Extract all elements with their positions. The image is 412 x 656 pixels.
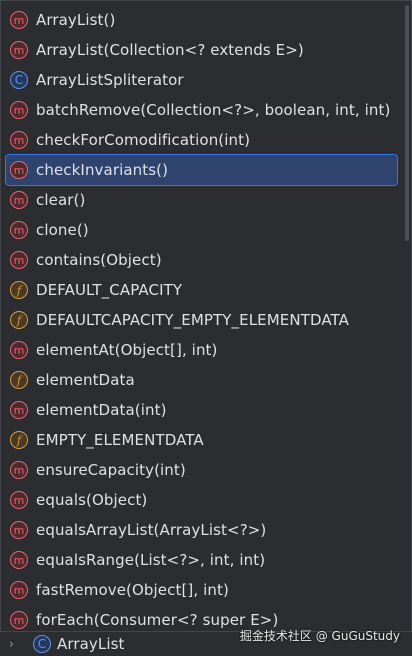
completion-item-label: contains(Object) <box>36 251 162 269</box>
completion-list: m ArrayList() m ArrayList(Collection<? exte… <box>1 5 405 631</box>
completion-item-label: ArrayListSpliterator <box>36 71 184 89</box>
method-icon: m <box>10 191 28 209</box>
completion-item-label: fastRemove(Object[], int) <box>36 581 229 599</box>
method-icon: m <box>10 401 28 419</box>
completion-item-label: equalsArrayList(ArrayList<?>) <box>36 521 267 539</box>
method-icon: m <box>10 221 28 239</box>
method-icon: m <box>10 461 28 479</box>
method-icon: m <box>10 611 28 629</box>
completion-item[interactable]: m checkForComodification(int) <box>1 125 405 155</box>
method-icon: m <box>10 11 28 29</box>
completion-item-label: elementData <box>36 371 135 389</box>
completion-item[interactable]: m elementAt(Object[], int) <box>1 335 405 365</box>
method-icon: m <box>10 161 28 179</box>
completion-item[interactable]: m clear() <box>1 185 405 215</box>
field-icon: f <box>10 311 28 329</box>
watermark: 掘金技术社区 @ GuGuStudy <box>239 629 400 643</box>
completion-item[interactable]: m contains(Object) <box>1 245 405 275</box>
completion-item-label: equals(Object) <box>36 491 148 509</box>
completion-item-label: clear() <box>36 191 86 209</box>
method-icon: m <box>10 491 28 509</box>
completion-item-label: ArrayList(Collection<? extends E>) <box>36 41 304 59</box>
scrollbar-thumb[interactable] <box>405 5 409 241</box>
completion-item-label: elementAt(Object[], int) <box>36 341 218 359</box>
completion-item-label: checkInvariants() <box>36 161 169 179</box>
method-icon: m <box>10 581 28 599</box>
method-icon: m <box>10 521 28 539</box>
completion-item[interactable]: m ensureCapacity(int) <box>1 455 405 485</box>
completion-item[interactable]: m fastRemove(Object[], int) <box>1 575 405 605</box>
field-icon: f <box>10 431 28 449</box>
completion-item-label: clone() <box>36 221 89 239</box>
completion-item-label: DEFAULT_CAPACITY <box>36 281 183 299</box>
method-icon: m <box>10 41 28 59</box>
completion-item[interactable]: m equalsArrayList(ArrayList<?>) <box>1 515 405 545</box>
completion-item[interactable]: m equalsRange(List<?>, int, int) <box>1 545 405 575</box>
field-icon: f <box>10 371 28 389</box>
completion-item[interactable]: m equals(Object) <box>1 485 405 515</box>
completion-item[interactable]: f EMPTY_ELEMENTDATA <box>1 425 405 455</box>
completion-item[interactable]: f DEFAULTCAPACITY_EMPTY_ELEMENTDATA <box>1 305 405 335</box>
completion-popup: m ArrayList() m ArrayList(Collection<? exte… <box>0 0 412 632</box>
breadcrumb-class-label[interactable]: ArrayList <box>57 635 125 653</box>
method-icon: m <box>10 251 28 269</box>
completion-item[interactable]: m ArrayList(Collection<? extends E>) <box>1 35 405 65</box>
completion-item-label: elementData(int) <box>36 401 167 419</box>
completion-item[interactable]: m checkInvariants() <box>5 154 398 186</box>
method-icon: m <box>10 341 28 359</box>
completion-item[interactable]: m clone() <box>1 215 405 245</box>
completion-item[interactable]: m elementData(int) <box>1 395 405 425</box>
field-icon: f <box>10 281 28 299</box>
completion-item-label: ensureCapacity(int) <box>36 461 186 479</box>
class-icon: C <box>33 635 51 653</box>
completion-item-label: batchRemove(Collection<?>, boolean, int,… <box>36 101 391 119</box>
class-icon: C <box>10 71 28 89</box>
completion-item[interactable]: f DEFAULT_CAPACITY <box>1 275 405 305</box>
chevron-right-icon[interactable]: › <box>9 637 23 651</box>
method-icon: m <box>10 101 28 119</box>
completion-item[interactable]: m ArrayList() <box>1 5 405 35</box>
completion-item-label: checkForComodification(int) <box>36 131 251 149</box>
completion-item-label: ArrayList() <box>36 11 116 29</box>
completion-item-label: EMPTY_ELEMENTDATA <box>36 431 204 449</box>
completion-item[interactable]: f elementData <box>1 365 405 395</box>
method-icon: m <box>10 551 28 569</box>
completion-item[interactable]: C ArrayListSpliterator <box>1 65 405 95</box>
completion-item[interactable]: m batchRemove(Collection<?>, boolean, int… <box>1 95 405 125</box>
completion-item-label: equalsRange(List<?>, int, int) <box>36 551 266 569</box>
completion-item-label: DEFAULTCAPACITY_EMPTY_ELEMENTDATA <box>36 311 349 329</box>
method-icon: m <box>10 131 28 149</box>
